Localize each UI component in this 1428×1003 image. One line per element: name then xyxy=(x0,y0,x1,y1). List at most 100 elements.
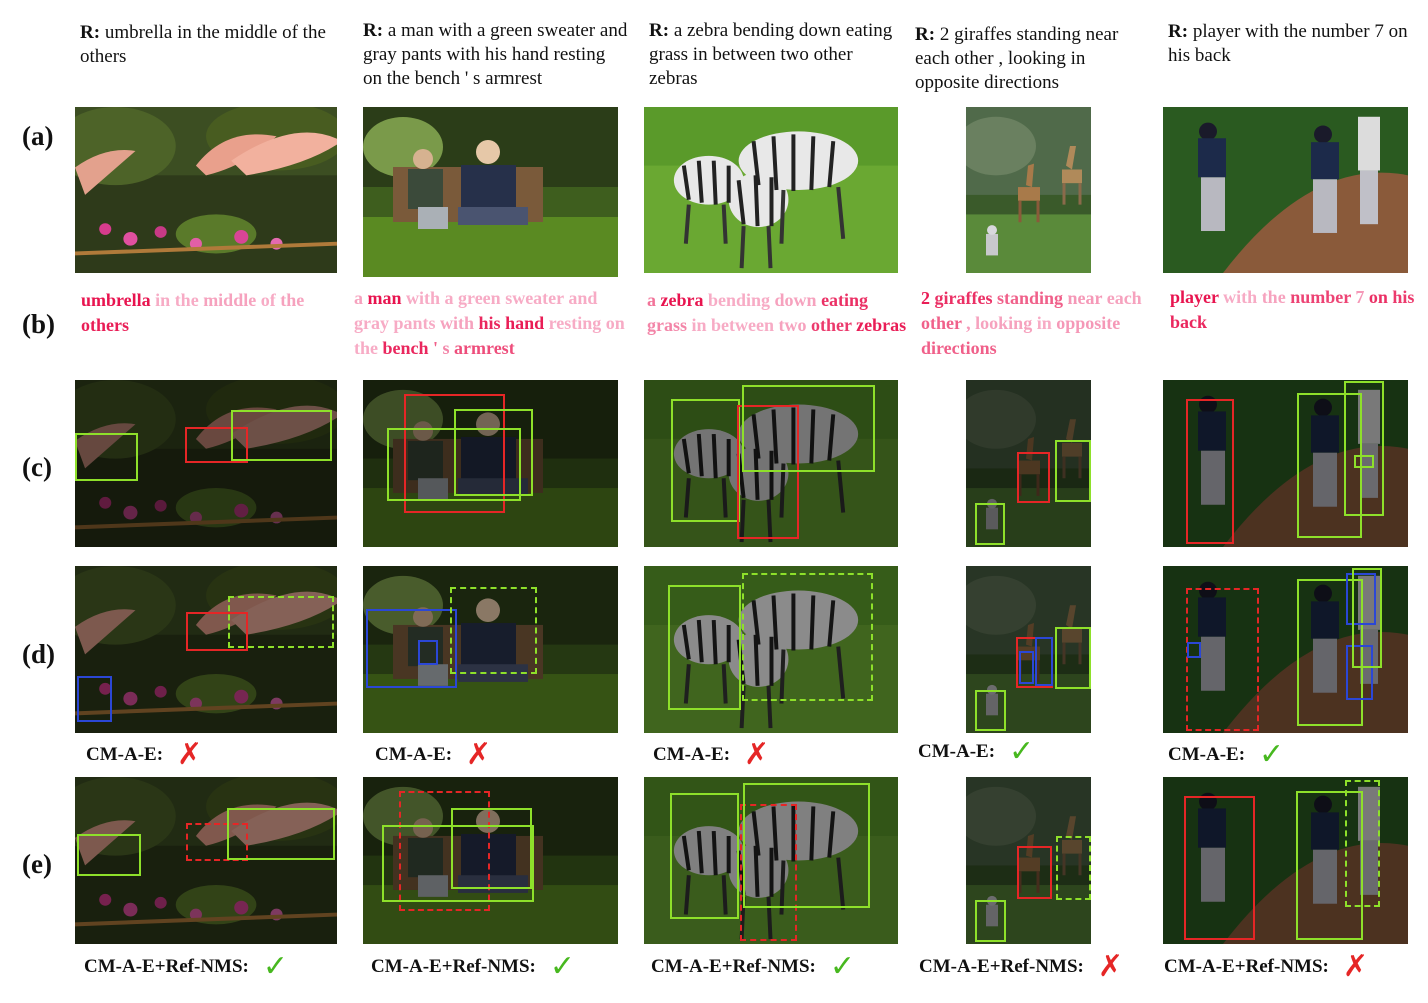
attention-word: in xyxy=(691,315,707,335)
attention-word: zebras xyxy=(856,315,907,335)
attention-word: with xyxy=(1223,287,1258,307)
attention-word: sweater xyxy=(505,288,564,308)
attention-word: ' xyxy=(433,338,439,358)
cross-icon: ✗ xyxy=(466,737,492,772)
verdict-d-col-3: CM-A-E: ✗ xyxy=(653,737,770,772)
verdict-d-col-1: CM-A-E: ✗ xyxy=(86,737,203,772)
box-green xyxy=(77,834,141,876)
attention-word: standing xyxy=(996,288,1064,308)
photo-giraffe-a xyxy=(966,107,1091,273)
cross-icon: ✗ xyxy=(1097,949,1124,984)
attention-word: bench xyxy=(382,338,429,358)
row-label-a: (a) xyxy=(22,121,54,151)
photo-baseball-a xyxy=(1163,107,1408,273)
attention-word: a xyxy=(647,290,656,310)
box-green xyxy=(975,690,1006,731)
caption-col-3: R: a zebra bending down eating grass in … xyxy=(649,20,893,89)
attention-word: the xyxy=(1261,287,1286,307)
row-label-b: (b) xyxy=(22,309,55,339)
attention-words-col-1: umbrella in the middle of the others xyxy=(81,288,331,338)
box-green xyxy=(668,585,741,710)
cross-icon: ✗ xyxy=(177,737,203,772)
attention-word: player xyxy=(1170,287,1219,307)
row-label-d: (d) xyxy=(22,639,55,669)
attention-word: the xyxy=(174,290,199,310)
attention-word: with xyxy=(406,288,441,308)
attention-word: number xyxy=(1290,287,1351,307)
cross-icon: ✗ xyxy=(744,737,770,772)
photo-bench-a xyxy=(363,107,618,277)
attention-words-col-4: 2 giraffes standing near each other , lo… xyxy=(921,286,1146,361)
attention-word: armrest xyxy=(454,338,515,358)
box-green xyxy=(454,409,533,496)
attention-word: grass xyxy=(647,315,687,335)
attention-word: on xyxy=(1368,287,1388,307)
attention-word: the xyxy=(354,338,378,358)
attention-word: back xyxy=(1170,312,1208,332)
verdict-d-col-2: CM-A-E: ✗ xyxy=(375,737,492,772)
attention-word: with xyxy=(440,313,475,333)
attention-word: zebra xyxy=(660,290,704,310)
box-green-dashed xyxy=(1056,836,1091,900)
photo-zebra-a xyxy=(644,107,898,273)
box-blue xyxy=(366,609,457,688)
attention-word: looking xyxy=(975,313,1033,333)
attention-word: eating xyxy=(821,290,869,310)
attention-word: opposite xyxy=(1056,313,1121,333)
attention-word: gray xyxy=(354,313,389,333)
box-green-dashed xyxy=(1345,780,1380,907)
verdict-e-col-3: CM-A-E+Ref-NMS: ✓ xyxy=(651,949,856,984)
box-green xyxy=(1354,455,1374,468)
attention-words-col-2: a man with a green sweater and gray pant… xyxy=(354,286,634,361)
box-green xyxy=(451,808,532,889)
verdict-d-col-4: CM-A-E: ✓ xyxy=(918,734,1035,769)
attention-word: the xyxy=(280,290,305,310)
attention-word: in xyxy=(155,290,171,310)
attention-words-col-5: player with the number 7 on his back xyxy=(1170,285,1415,335)
check-icon: ✓ xyxy=(262,949,289,984)
attention-word: , xyxy=(966,313,971,333)
box-blue xyxy=(1035,637,1053,686)
box-red xyxy=(1186,399,1234,544)
check-icon: ✓ xyxy=(549,949,576,984)
attention-word: middle xyxy=(203,290,257,310)
attention-word: s xyxy=(442,338,450,358)
box-blue xyxy=(1187,642,1201,658)
box-green xyxy=(1055,627,1091,689)
verdict-e-col-4: CM-A-E+Ref-NMS: ✗ xyxy=(919,949,1124,984)
verdict-e-col-2: CM-A-E+Ref-NMS: ✓ xyxy=(371,949,576,984)
check-icon: ✓ xyxy=(829,949,856,984)
attention-word: his xyxy=(478,313,501,333)
box-green xyxy=(75,433,138,481)
box-blue xyxy=(77,676,112,722)
attention-word: others xyxy=(81,315,129,335)
box-green xyxy=(1055,440,1091,502)
verdict-e-col-5: CM-A-E+Ref-NMS: ✗ xyxy=(1164,949,1369,984)
box-blue xyxy=(1019,651,1034,684)
caption-col-4: R: 2 giraffes standing near each other ,… xyxy=(915,24,1119,93)
attention-word: pants xyxy=(393,313,436,333)
attention-word: green xyxy=(458,288,501,308)
check-icon: ✓ xyxy=(1009,734,1035,769)
verdict-d-col-5: CM-A-E: ✓ xyxy=(1168,737,1285,772)
attention-word: near xyxy=(1067,288,1103,308)
attention-word: resting xyxy=(548,313,602,333)
box-red xyxy=(1184,796,1255,940)
box-green xyxy=(743,783,870,908)
cross-icon: ✗ xyxy=(1342,949,1369,984)
box-blue xyxy=(418,640,438,665)
check-icon: ✓ xyxy=(1259,737,1285,772)
attention-word: and xyxy=(568,288,598,308)
box-green xyxy=(1352,568,1382,668)
box-green xyxy=(1344,381,1384,516)
box-green xyxy=(975,900,1006,942)
attention-word: each xyxy=(1106,288,1142,308)
attention-word: hand xyxy=(505,313,545,333)
attention-word: directions xyxy=(921,338,997,358)
attention-word: between xyxy=(711,315,774,335)
attention-word: man xyxy=(367,288,402,308)
attention-word: a xyxy=(444,288,454,308)
photo-umbrella-a xyxy=(75,107,337,273)
box-green-dashed xyxy=(450,587,537,674)
box-green xyxy=(671,399,740,522)
